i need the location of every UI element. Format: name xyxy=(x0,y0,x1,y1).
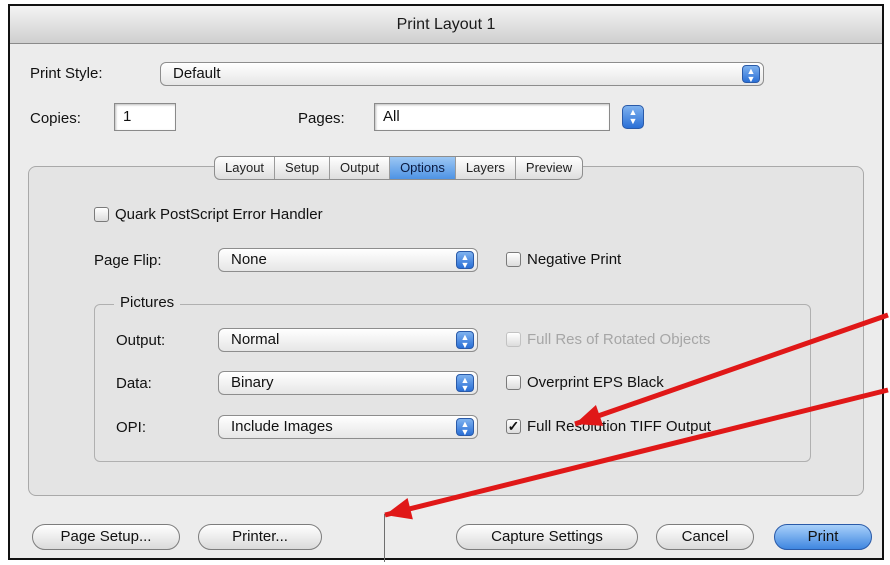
tab-output[interactable]: Output xyxy=(330,157,391,179)
checkmark-icon: ✓ xyxy=(506,418,521,434)
output-label: Output: xyxy=(116,332,166,349)
tab-options[interactable]: Options xyxy=(390,157,456,179)
printer-button[interactable]: Printer... xyxy=(198,524,322,550)
output-value: Normal xyxy=(231,331,280,348)
popup-arrows-icon: ▲ ▼ xyxy=(456,418,474,437)
overprint-eps-label: Overprint EPS Black xyxy=(527,374,664,391)
popup-arrows-icon: ▲ ▼ xyxy=(456,374,474,393)
copies-label: Copies: xyxy=(30,110,81,127)
cancel-button[interactable]: Cancel xyxy=(656,524,754,550)
window-title: Print Layout 1 xyxy=(10,6,882,44)
checkbox-icon xyxy=(506,375,521,390)
error-handler-checkbox[interactable]: Quark PostScript Error Handler xyxy=(94,206,323,223)
negative-print-label: Negative Print xyxy=(527,251,622,268)
tab-layout[interactable]: Layout xyxy=(215,157,276,179)
opi-value: Include Images xyxy=(231,418,333,435)
checkbox-icon xyxy=(94,207,109,222)
opi-popup[interactable]: Include Images ▲ ▼ xyxy=(218,415,478,439)
page-flip-popup[interactable]: None ▲ ▼ xyxy=(218,248,478,272)
print-style-label: Print Style: xyxy=(30,65,103,82)
output-popup[interactable]: Normal ▲ ▼ xyxy=(218,328,478,352)
tab-preview[interactable]: Preview xyxy=(516,157,582,179)
negative-print-checkbox[interactable]: Negative Print xyxy=(506,251,621,268)
pictures-title: Pictures xyxy=(114,294,181,311)
page-flip-value: None xyxy=(231,251,267,268)
data-popup[interactable]: Binary ▲ ▼ xyxy=(218,371,478,395)
copies-field[interactable]: 1 xyxy=(114,103,176,131)
error-handler-label: Quark PostScript Error Handler xyxy=(115,206,323,223)
capture-settings-button[interactable]: Capture Settings xyxy=(456,524,638,550)
full-res-rotated-label: Full Res of Rotated Objects xyxy=(527,331,711,348)
checkbox-icon xyxy=(506,252,521,267)
pages-label: Pages: xyxy=(298,110,345,127)
checkbox-icon xyxy=(506,332,521,347)
print-dialog: Print Layout 1 Print Style: Default ▲ ▼ C… xyxy=(8,4,884,562)
full-res-tiff-label: Full Resolution TIFF Output xyxy=(527,418,711,435)
print-style-value: Default xyxy=(173,65,221,82)
popup-arrows-icon: ▲ ▼ xyxy=(456,331,474,350)
data-value: Binary xyxy=(231,374,274,391)
pages-popup-arrows-icon[interactable]: ▲ ▼ xyxy=(622,105,644,129)
popup-arrows-icon: ▲ ▼ xyxy=(456,251,474,270)
opi-label: OPI: xyxy=(116,419,147,436)
print-button[interactable]: Print xyxy=(774,524,872,550)
tab-bar: Layout Setup Output Options Layers Preview xyxy=(214,156,584,180)
print-style-popup[interactable]: Default ▲ ▼ xyxy=(160,62,764,86)
popup-arrows-icon: ▲ ▼ xyxy=(742,65,760,84)
pages-field[interactable]: All xyxy=(374,103,610,131)
page-flip-label: Page Flip: xyxy=(94,252,162,269)
page-setup-button[interactable]: Page Setup... xyxy=(32,524,180,550)
tab-setup[interactable]: Setup xyxy=(275,157,331,179)
full-res-tiff-checkbox[interactable]: ✓ Full Resolution TIFF Output xyxy=(506,418,711,435)
overprint-eps-checkbox[interactable]: Overprint EPS Black xyxy=(506,374,664,391)
divider xyxy=(384,514,385,562)
tab-layers[interactable]: Layers xyxy=(456,157,516,179)
full-res-rotated-checkbox[interactable]: Full Res of Rotated Objects xyxy=(506,331,710,348)
data-label: Data: xyxy=(116,375,152,392)
